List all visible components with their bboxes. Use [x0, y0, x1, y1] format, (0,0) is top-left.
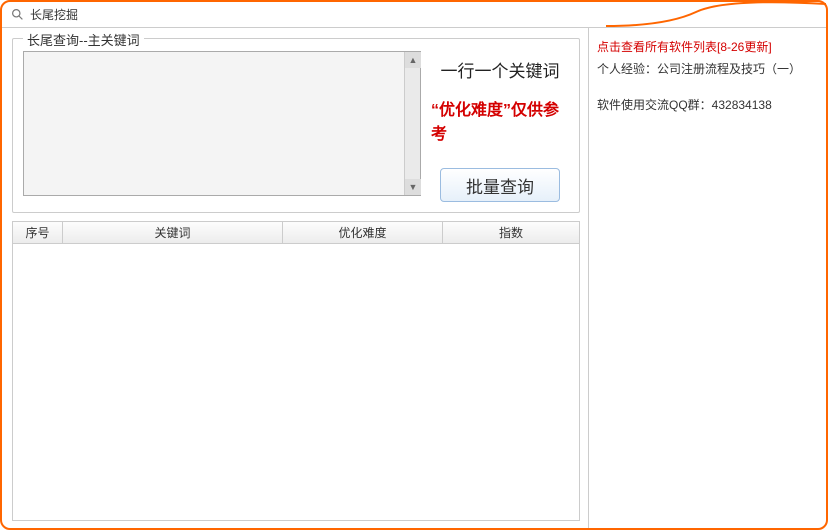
- groupbox-legend: 长尾查询--主关键词: [23, 30, 144, 49]
- scroll-up-icon[interactable]: ▲: [405, 52, 421, 68]
- hint-difficulty-reference: “优化难度”仅供参考: [431, 96, 569, 144]
- right-sidebar: 点击查看所有软件列表[8-26更新] 个人经验：公司注册流程及技巧（一） 软件使…: [588, 28, 826, 528]
- keyword-textarea-wrap: ▲ ▼: [23, 51, 421, 196]
- col-index[interactable]: 序号: [13, 222, 63, 243]
- left-panel: 长尾查询--主关键词 ▲ ▼ 一行一个关键词 “优化难度”仅供参考 批量查询: [2, 28, 588, 528]
- col-score[interactable]: 指数: [443, 222, 579, 243]
- qq-group-number: 432834138: [712, 98, 772, 112]
- titlebar-decoration: [606, 2, 826, 28]
- magnifier-icon: [10, 8, 24, 22]
- textarea-scrollbar[interactable]: ▲ ▼: [404, 52, 420, 195]
- query-groupbox: 长尾查询--主关键词 ▲ ▼ 一行一个关键词 “优化难度”仅供参考 批量查询: [12, 38, 580, 213]
- app-window: 长尾挖掘 长尾查询--主关键词 ▲ ▼ 一行一个关键词: [0, 0, 828, 530]
- hint-one-per-line: 一行一个关键词: [441, 57, 560, 82]
- batch-query-button[interactable]: 批量查询: [440, 168, 560, 202]
- results-table: 序号 关键词 优化难度 指数: [12, 221, 580, 521]
- titlebar: 长尾挖掘: [2, 2, 826, 28]
- controls-column: 一行一个关键词 “优化难度”仅供参考 批量查询: [431, 51, 569, 202]
- col-keyword[interactable]: 关键词: [63, 222, 283, 243]
- qq-group-label: 软件使用交流QQ群：: [597, 98, 712, 112]
- all-software-link[interactable]: 点击查看所有软件列表[8-26更新]: [597, 38, 818, 56]
- content-area: 长尾查询--主关键词 ▲ ▼ 一行一个关键词 “优化难度”仅供参考 批量查询: [2, 28, 826, 528]
- experience-text: 个人经验：公司注册流程及技巧（一）: [597, 60, 818, 78]
- qq-group-line: 软件使用交流QQ群：432834138: [597, 96, 818, 114]
- keyword-textarea[interactable]: [24, 52, 404, 195]
- scroll-down-icon[interactable]: ▼: [405, 179, 421, 195]
- col-difficulty[interactable]: 优化难度: [283, 222, 443, 243]
- window-title: 长尾挖掘: [30, 6, 78, 23]
- table-header-row: 序号 关键词 优化难度 指数: [13, 222, 579, 244]
